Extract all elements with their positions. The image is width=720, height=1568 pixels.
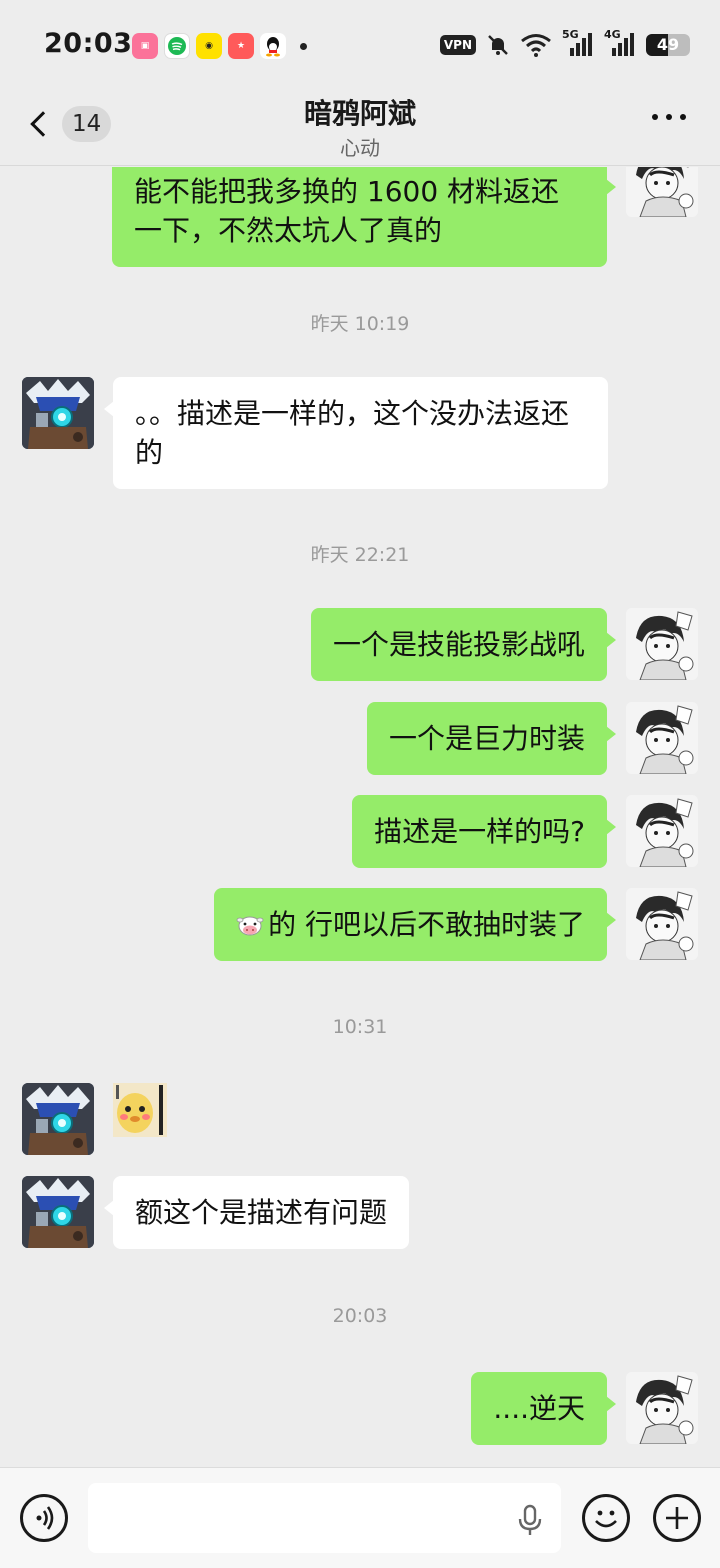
manga-avatar-image xyxy=(626,795,698,867)
status-time: 20:03 xyxy=(44,28,133,59)
notification-dot xyxy=(300,42,307,50)
my-avatar[interactable] xyxy=(626,795,698,867)
sticker-image[interactable] xyxy=(113,1083,167,1137)
more-dot-icon xyxy=(680,114,686,120)
timestamp: 10:31 xyxy=(332,1016,388,1038)
more-dot-icon xyxy=(666,114,672,120)
manga-avatar-image xyxy=(626,608,698,680)
my-avatar[interactable] xyxy=(626,888,698,960)
message-text: ....逆天 xyxy=(493,1392,585,1425)
message-text: 的 行吧以后不敢抽时装了 xyxy=(268,908,585,941)
message-bubble-sent[interactable]: 一个是巨力时装 xyxy=(366,702,617,775)
contact-avatar[interactable] xyxy=(22,1083,94,1155)
message-bubble-sent[interactable]: 能不能把我多换的 1600 材料返还一下，不然太坑人了真的 xyxy=(112,167,616,267)
message-bubble-sent[interactable]: 描述是一样的吗? xyxy=(352,795,616,868)
status-bar: 20:03 ▣ ◉ ★ VPN 5G 4G 49 xyxy=(0,0,720,92)
app-icon: ◉ xyxy=(196,33,222,59)
message-text: 一个是技能投影战吼 xyxy=(332,628,585,661)
message-text: 。。描述是一样的，这个没办法返还的 xyxy=(135,397,570,469)
message-bubble-sent[interactable]: 的 行吧以后不敢抽时装了 xyxy=(214,888,616,961)
message-bubble-received[interactable]: 额这个是描述有问题 xyxy=(103,1176,410,1249)
contact-avatar[interactable] xyxy=(22,1176,94,1248)
chat-title: 暗鸦阿斌 xyxy=(303,97,416,130)
status-right: VPN 5G 4G 49 xyxy=(439,28,690,58)
manga-avatar-image xyxy=(626,702,698,774)
message-text: 一个是巨力时装 xyxy=(388,722,585,755)
chat-subtitle: 心动 xyxy=(340,136,380,160)
message-text: 描述是一样的吗? xyxy=(374,815,585,848)
message-list[interactable]: 能不能把我多换的 1600 材料返还一下，不然太坑人了真的 昨天 10:19 。… xyxy=(0,167,720,1467)
timestamp: 昨天 10:19 xyxy=(310,313,410,335)
vpn-badge: VPN xyxy=(439,35,476,55)
input-bar xyxy=(0,1467,720,1568)
manga-avatar-image xyxy=(626,167,698,217)
voice-input-button[interactable] xyxy=(20,1494,68,1542)
message-bubble-sent[interactable]: 一个是技能投影战吼 xyxy=(310,608,617,681)
my-avatar[interactable] xyxy=(626,1372,698,1444)
battery-icon: 49 xyxy=(646,34,690,56)
my-avatar[interactable] xyxy=(626,167,698,217)
contact-avatar[interactable] xyxy=(22,377,94,449)
message-text: 额这个是描述有问题 xyxy=(135,1196,388,1229)
my-avatar[interactable] xyxy=(626,608,698,680)
voice-wave-icon xyxy=(36,1506,54,1530)
signal-4g: 4G xyxy=(604,28,636,58)
network-type-label: 5G xyxy=(562,28,579,41)
more-actions-button[interactable] xyxy=(653,1494,701,1542)
chat-header: 14 暗鸦阿斌 心动 xyxy=(0,92,720,166)
bilibili-app-icon: ▣ xyxy=(132,33,158,59)
mute-icon xyxy=(488,35,508,55)
smiley-icon xyxy=(595,1510,617,1528)
qq-app-icon xyxy=(260,33,286,59)
cow-emoji-icon xyxy=(236,916,264,936)
more-options-button[interactable] xyxy=(652,114,686,120)
timestamp: 20:03 xyxy=(332,1305,388,1327)
message-input[interactable] xyxy=(88,1483,561,1553)
game-character-avatar-image xyxy=(22,1083,94,1155)
emoji-button[interactable] xyxy=(582,1494,630,1542)
game-character-avatar-image xyxy=(22,377,94,449)
message-bubble-received[interactable]: 。。描述是一样的，这个没办法返还的 xyxy=(104,377,608,489)
app-icon: ★ xyxy=(228,33,254,59)
more-dot-icon xyxy=(652,114,658,120)
microphone-icon[interactable] xyxy=(513,1503,547,1537)
signal-5g: 5G xyxy=(562,28,594,58)
status-app-icons: ▣ ◉ ★ xyxy=(132,33,307,59)
wifi-icon xyxy=(521,34,551,57)
message-text: 能不能把我多换的 1600 材料返还一下，不然太坑人了真的 xyxy=(134,175,560,247)
message-bubble-sent[interactable]: ....逆天 xyxy=(471,1372,616,1445)
battery-level: 49 xyxy=(656,35,680,54)
timestamp: 昨天 22:21 xyxy=(310,544,410,566)
spotify-app-icon xyxy=(164,33,190,59)
plus-icon xyxy=(666,1507,688,1529)
manga-avatar-image xyxy=(626,1372,698,1444)
game-character-avatar-image xyxy=(22,1176,94,1248)
network-type-label: 4G xyxy=(604,28,621,41)
manga-avatar-image xyxy=(626,888,698,960)
my-avatar[interactable] xyxy=(626,702,698,774)
